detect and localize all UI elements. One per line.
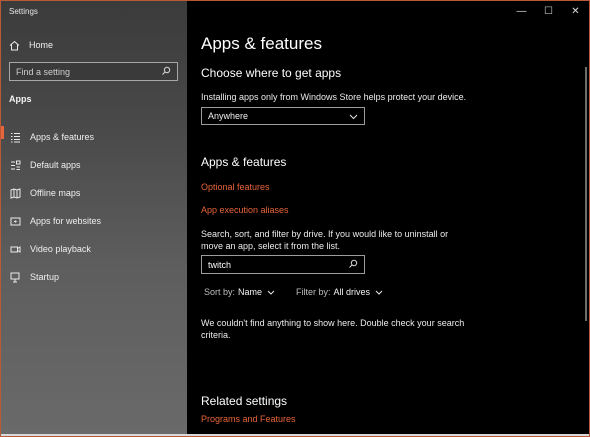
- sidebar-item-label: Default apps: [30, 160, 81, 170]
- search-icon[interactable]: [161, 63, 171, 81]
- sidebar-item-label: Video playback: [30, 244, 91, 254]
- sidebar-item-apps-features[interactable]: Apps & features: [1, 123, 187, 151]
- page-title: Apps & features: [201, 34, 322, 53]
- app-search-input[interactable]: [208, 259, 348, 270]
- sidebar-item-startup[interactable]: Startup: [1, 263, 187, 291]
- home-nav-item[interactable]: Home: [9, 37, 53, 53]
- default-apps-icon: [10, 160, 21, 171]
- chevron-down-icon: [349, 107, 358, 125]
- sidebar: Settings Home Apps Apps & features: [1, 1, 187, 436]
- sort-by-label: Sort by:: [204, 287, 236, 297]
- find-setting-search[interactable]: [9, 62, 178, 81]
- empty-message-line2: criteria.: [201, 330, 231, 340]
- sidebar-nav: Apps & features Default apps Offline map…: [1, 123, 187, 291]
- sidebar-item-apps-for-websites[interactable]: Apps for websites: [1, 207, 187, 235]
- list-icon: [10, 132, 21, 143]
- sidebar-item-label: Apps for websites: [30, 216, 102, 226]
- startup-icon: [10, 272, 21, 283]
- main-content: — ☐ ✕ Apps & features Choose where to ge…: [187, 1, 589, 436]
- sidebar-item-video-playback[interactable]: Video playback: [1, 235, 187, 263]
- map-icon: [10, 187, 21, 199]
- chevron-down-icon: [375, 287, 383, 297]
- related-settings-heading: Related settings: [201, 394, 288, 408]
- window-bottom-border: [1, 434, 589, 436]
- choose-description: Installing apps only from Windows Store …: [201, 92, 467, 102]
- scrollbar[interactable]: [585, 67, 587, 321]
- sidebar-item-label: Apps & features: [30, 132, 95, 142]
- home-icon: [9, 40, 20, 51]
- empty-message-line1: We couldn't find anything to show here. …: [201, 318, 465, 328]
- window-title: Settings: [9, 7, 38, 16]
- filter-by-value: All drives: [333, 287, 371, 297]
- chevron-down-icon: [267, 287, 275, 297]
- choose-heading: Choose where to get apps: [201, 66, 342, 80]
- video-icon: [10, 244, 21, 255]
- settings-window: Settings Home Apps Apps & features: [0, 0, 590, 437]
- sort-by-value: Name: [238, 287, 263, 297]
- apps-features-heading: Apps & features: [201, 155, 287, 169]
- link-icon: [10, 216, 21, 227]
- search-description-line2: move an app, select it from the list.: [201, 241, 341, 251]
- app-execution-aliases-link[interactable]: App execution aliases: [201, 205, 289, 215]
- search-description-line1: Search, sort, and filter by drive. If yo…: [201, 229, 449, 239]
- app-list-search[interactable]: [201, 255, 365, 274]
- close-button[interactable]: ✕: [562, 1, 589, 21]
- sort-by-dropdown[interactable]: Sort by: Name: [204, 287, 275, 297]
- optional-features-link[interactable]: Optional features: [201, 182, 270, 192]
- app-source-dropdown[interactable]: Anywhere: [201, 107, 365, 125]
- filter-by-label: Filter by:: [296, 287, 331, 297]
- sidebar-item-offline-maps[interactable]: Offline maps: [1, 179, 187, 207]
- sidebar-item-default-apps[interactable]: Default apps: [1, 151, 187, 179]
- search-icon[interactable]: [348, 256, 358, 274]
- find-setting-input[interactable]: [16, 66, 161, 77]
- maximize-button[interactable]: ☐: [535, 1, 562, 21]
- apps-section-label: Apps: [9, 94, 32, 104]
- sort-filter-row: Sort by: Name Filter by: All drives: [204, 287, 383, 297]
- programs-features-link[interactable]: Programs and Features: [201, 414, 296, 424]
- filter-by-dropdown[interactable]: Filter by: All drives: [296, 287, 383, 297]
- sidebar-item-label: Offline maps: [30, 188, 81, 198]
- window-controls: — ☐ ✕: [508, 1, 589, 21]
- minimize-button[interactable]: —: [508, 1, 535, 21]
- sidebar-item-label: Startup: [30, 272, 60, 282]
- home-label: Home: [29, 40, 54, 50]
- dropdown-value: Anywhere: [208, 111, 249, 121]
